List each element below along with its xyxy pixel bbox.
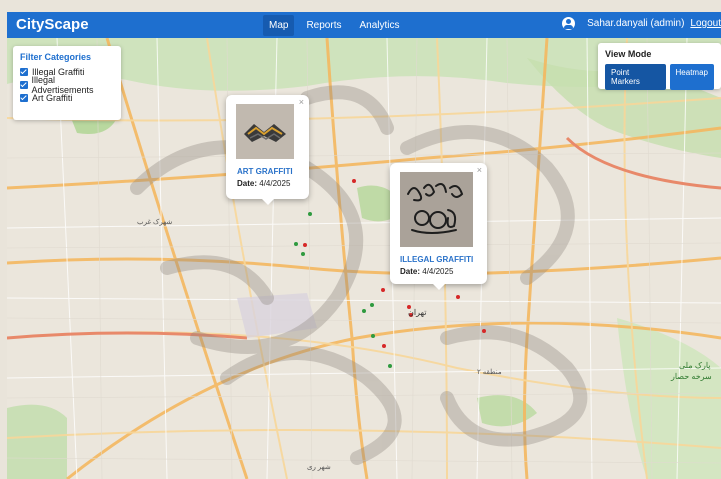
- filter-label: Art Graffiti: [32, 92, 73, 103]
- point-markers-button[interactable]: Point Markers: [605, 64, 666, 90]
- popup-title-link[interactable]: ART GRAFFITI: [237, 167, 293, 176]
- marker-art-7[interactable]: [388, 364, 392, 368]
- date-label: Date:: [400, 267, 421, 276]
- map-label-park2: سرخه حصار: [671, 372, 712, 381]
- checkbox-checked-icon[interactable]: [20, 80, 28, 89]
- user-area: Sahar.danyali (admin) Logout: [562, 17, 721, 30]
- view-mode-buttons: Point Markers Heatmap: [605, 64, 714, 90]
- popup-illegal-graffiti: × ILLEGAL GRAFFITI Date: 4/4/2025: [390, 163, 487, 290]
- main-nav: Map Reports Analytics: [263, 15, 405, 36]
- view-mode-panel: View Mode Point Markers Heatmap: [598, 43, 721, 90]
- close-icon[interactable]: ×: [477, 165, 482, 175]
- popup-art-graffiti: × ART GRAFFITI Date: 4/4/2025: [226, 95, 309, 205]
- filter-label: Illegal Advertisements: [31, 74, 94, 95]
- marker-illegal-8[interactable]: [482, 329, 486, 333]
- map-label-west: شهرک غرب: [137, 219, 173, 226]
- date-value: 4/4/2025: [422, 267, 454, 276]
- filter-title: Filter Categories: [20, 52, 92, 62]
- map-label-district: منطقه ۲: [477, 369, 502, 376]
- filter-panel: Filter Categories Illegal Graffiti Illeg…: [13, 46, 121, 120]
- graffiti-photo: [236, 104, 294, 159]
- marker-art-2[interactable]: [301, 252, 305, 256]
- close-icon[interactable]: ×: [299, 97, 304, 107]
- map-label-tehran: تهران: [408, 308, 427, 317]
- marker-art-3[interactable]: [308, 212, 312, 216]
- marker-illegal-7[interactable]: [382, 344, 386, 348]
- popup-date: Date: 4/4/2025: [237, 179, 290, 188]
- user-icon[interactable]: [562, 17, 576, 30]
- top-navbar: CityScape Map Reports Analytics Sahar.da…: [7, 12, 721, 38]
- app-brand[interactable]: CityScape: [16, 16, 89, 33]
- popup-date: Date: 4/4/2025: [400, 267, 453, 276]
- view-mode-title: View Mode: [605, 49, 652, 59]
- checkbox-checked-icon[interactable]: [20, 93, 28, 102]
- nav-reports[interactable]: Reports: [300, 15, 347, 36]
- nav-analytics[interactable]: Analytics: [353, 15, 405, 36]
- nav-map[interactable]: Map: [263, 15, 295, 36]
- filter-illegal-advertisements[interactable]: Illegal Advertisements: [20, 75, 114, 95]
- illegal-graffiti-image: [400, 172, 473, 247]
- marker-illegal-1[interactable]: [352, 179, 356, 183]
- date-value: 4/4/2025: [259, 179, 291, 188]
- marker-art-6[interactable]: [362, 309, 366, 313]
- art-graffiti-image: [236, 104, 294, 159]
- logout-link[interactable]: Logout: [690, 18, 721, 29]
- user-name: Sahar.danyali (admin): [587, 18, 685, 29]
- date-label: Date:: [237, 179, 258, 188]
- map-label-south: شهر ری: [307, 464, 331, 471]
- marker-illegal-6[interactable]: [456, 295, 460, 299]
- popup-title-link[interactable]: ILLEGAL GRAFFITI: [400, 255, 473, 264]
- marker-art-4[interactable]: [370, 303, 374, 307]
- marker-illegal-2[interactable]: [303, 243, 307, 247]
- marker-art-5[interactable]: [371, 334, 375, 338]
- heatmap-button[interactable]: Heatmap: [669, 64, 714, 90]
- checkbox-checked-icon[interactable]: [20, 67, 28, 76]
- map-canvas[interactable]: تهران پارک ملی سرخه حصار شهرک غرب منطقه …: [7, 38, 721, 479]
- graffiti-photo: [400, 172, 473, 247]
- marker-art-1[interactable]: [294, 242, 298, 246]
- marker-illegal-3[interactable]: [381, 288, 385, 292]
- map-label-park: پارک ملی: [679, 361, 711, 370]
